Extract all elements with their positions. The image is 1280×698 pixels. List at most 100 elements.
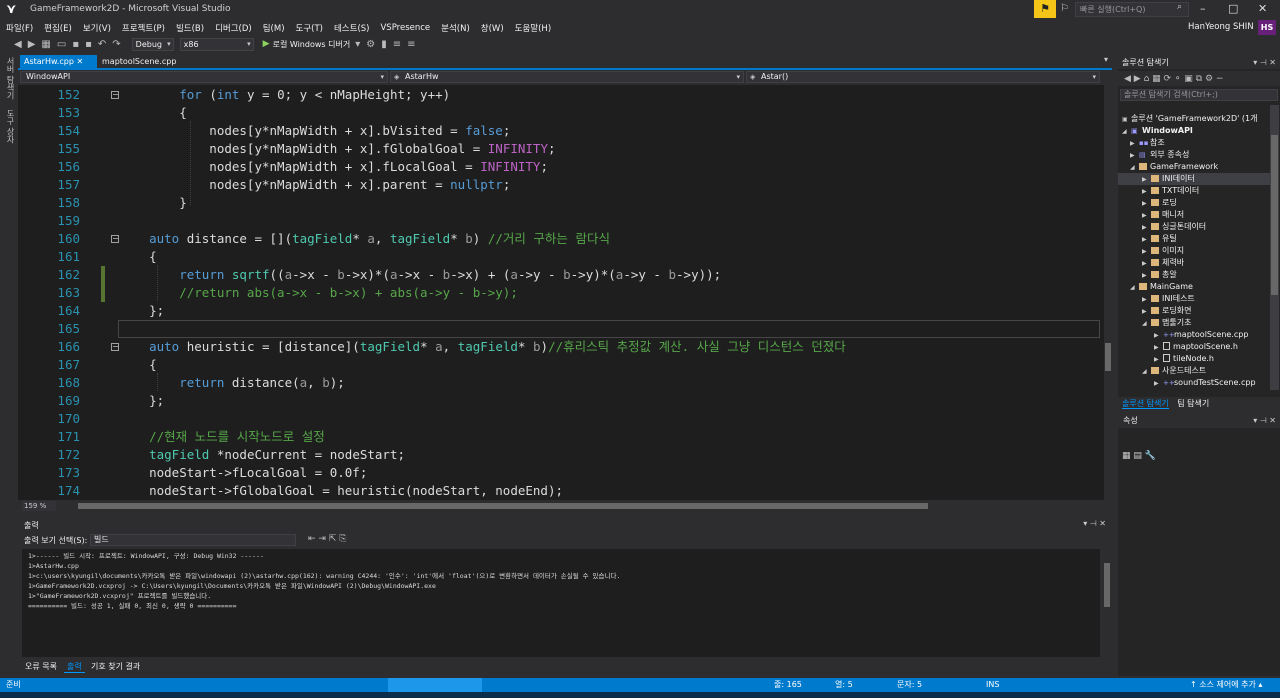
tree-item[interactable]: ▶ ▪▪ 참조 xyxy=(1130,137,1165,149)
platform-select[interactable]: x86 ▾ xyxy=(179,37,254,51)
horizontal-scrollbar-thumb[interactable] xyxy=(78,503,928,509)
menu-view[interactable]: 보기(V) xyxy=(83,22,111,34)
run-debugger-button[interactable]: 로컬 Windows 디버거 xyxy=(273,39,351,50)
menu-edit[interactable]: 편집(E) xyxy=(44,22,72,34)
close-icon[interactable]: ✕ xyxy=(76,57,83,66)
redo-icon[interactable]: ↷ xyxy=(112,39,120,50)
save-icon[interactable]: ▪ xyxy=(72,39,79,50)
configuration-select[interactable]: Debug ▾ xyxy=(131,37,174,51)
uncomment-icon[interactable]: ≡ xyxy=(407,39,415,50)
project-select[interactable]: WindowAPI ▾ xyxy=(20,71,388,83)
chevron-down-icon[interactable]: ▾ xyxy=(355,39,360,50)
code-line[interactable]: nodeStart->fGlobalGoal = heuristic(nodeS… xyxy=(119,482,563,500)
menu-vspresence[interactable]: VSPresence xyxy=(380,23,430,33)
code-line[interactable]: return sqrtf((a->x - b->x)*(a->x - b->x)… xyxy=(119,266,721,284)
tree-item[interactable]: ▶ 체력바 xyxy=(1142,257,1184,269)
panel-controls[interactable]: ▾ ⊣ ✕ xyxy=(1083,519,1106,528)
editor-vertical-scrollbar[interactable] xyxy=(1104,85,1112,500)
solution-toolbar[interactable]: ◀ ▶ ⌂ ▦ ⟳ ⚬ ▣ ⧉ ⚙ − xyxy=(1118,71,1280,86)
minimize-button[interactable]: – xyxy=(1200,2,1206,15)
tab-find-symbol-results[interactable]: 기호 찾기 결과 xyxy=(88,661,143,672)
menu-help[interactable]: 도움말(H) xyxy=(515,22,551,34)
code-line[interactable]: { xyxy=(119,248,157,266)
menu-file[interactable]: 파일(F) xyxy=(6,22,33,34)
tree-item[interactable]: ▶ INI데이터 xyxy=(1142,173,1195,185)
properties-toolbar[interactable]: ▦ ▤ 🔧 xyxy=(1118,448,1280,464)
tree-item[interactable]: ▶ INI테스트 xyxy=(1142,293,1195,305)
solution-scrollbar[interactable] xyxy=(1270,105,1279,390)
panel-controls[interactable]: ▾ ⊣ ✕ xyxy=(1253,57,1276,69)
code-line[interactable]: }; xyxy=(119,302,164,320)
tree-item[interactable]: ◢ GameFramework xyxy=(1130,161,1218,173)
avatar[interactable]: HS xyxy=(1258,20,1276,35)
tab-solution-explorer[interactable]: 솔루션 탐색기 xyxy=(1122,399,1169,409)
fold-toggle-icon[interactable]: − xyxy=(111,91,119,99)
tree-item[interactable]: ▶ 로딩화면 xyxy=(1142,305,1191,317)
wrench-icon[interactable]: 🔧 xyxy=(1145,451,1156,461)
attach-icon[interactable]: ⚙ xyxy=(366,39,375,50)
save-all-icon[interactable]: ▪ xyxy=(85,39,92,50)
tree-item[interactable]: ◢ MainGame xyxy=(1130,281,1193,293)
tree-item[interactable]: ▶ 총알 xyxy=(1142,269,1177,281)
output-text[interactable]: 1>------ 빌드 시작: 프로젝트: WindowAPI, 구성: Deb… xyxy=(22,549,1100,657)
back-icon[interactable]: ◀ xyxy=(14,39,22,50)
quick-launch-input[interactable]: 빠른 실행(Ctrl+Q) xyxy=(1075,2,1189,17)
tree-item[interactable]: ▶ maptoolScene.h xyxy=(1154,341,1238,353)
menu-analyze[interactable]: 분석(N) xyxy=(441,22,470,34)
code-line[interactable]: nodes[y*nMapWidth + x].bVisited = false; xyxy=(119,122,510,140)
code-line[interactable]: //return abs(a->x - b->x) + abs(a->y - b… xyxy=(119,284,518,302)
output-toolbar[interactable]: ⇤ ⇥ ⇱ ⎘ xyxy=(308,534,346,544)
code-line[interactable]: nodes[y*nMapWidth + x].fLocalGoal = INFI… xyxy=(119,158,548,176)
scrollbar-thumb[interactable] xyxy=(1105,343,1111,371)
comment-icon[interactable]: ≡ xyxy=(393,39,401,50)
menu-test[interactable]: 테스트(S) xyxy=(334,22,370,34)
tab-overflow-icon[interactable]: ▾ xyxy=(1104,55,1108,64)
panel-controls[interactable]: ▾ ⊣ ✕ xyxy=(1253,414,1276,428)
tab-maptoolscene[interactable]: maptoolScene.cpp xyxy=(98,55,188,68)
menu-debug[interactable]: 디버그(D) xyxy=(215,22,252,34)
user-name[interactable]: HanYeong SHIN xyxy=(1188,22,1254,32)
tree-item[interactable]: ◢ 사운드테스트 xyxy=(1142,365,1206,377)
fold-toggle-icon[interactable]: − xyxy=(111,235,119,243)
tree-item[interactable]: ▶ ▤ 외부 종속성 xyxy=(1130,149,1189,161)
scrollbar-thumb[interactable] xyxy=(1104,563,1110,607)
output-source-select[interactable]: 빌드 xyxy=(90,534,296,546)
tree-item[interactable]: ▶ TXT데이터 xyxy=(1142,185,1199,197)
code-line[interactable]: { xyxy=(119,356,157,374)
code-line[interactable]: for (int y = 0; y < nMapHeight; y++) xyxy=(119,86,450,104)
tab-output[interactable]: 출력 xyxy=(64,661,85,673)
code-line[interactable]: nodes[y*nMapWidth + x].fGlobalGoal = INF… xyxy=(119,140,555,158)
code-line[interactable]: nodeStart->fLocalGoal = 0.0f; xyxy=(119,464,367,482)
tree-item[interactable]: ▶ 유틸 xyxy=(1142,233,1177,245)
tree-item[interactable]: ▶ 로딩 xyxy=(1142,197,1177,209)
code-line[interactable]: auto distance = [](tagField* a, tagField… xyxy=(119,230,610,248)
tree-item[interactable]: ▶ 싱글톤데이터 xyxy=(1142,221,1206,233)
tree-item[interactable]: ◢ 맵툴기초 xyxy=(1142,317,1191,329)
tree-item[interactable]: ▶ 이미지 xyxy=(1142,245,1184,257)
fold-toggle-icon[interactable]: − xyxy=(111,343,119,351)
code-editor[interactable]: 152 153 154 155 156 157 158 159 160 161 … xyxy=(18,85,1112,500)
solution-search-input[interactable]: 솔루션 탐색기 검색(Ctrl+;) xyxy=(1120,89,1278,101)
feedback-flag-icon[interactable]: ⚐ xyxy=(1060,3,1069,14)
scope-select[interactable]: ◈ AstarHw ▾ xyxy=(390,71,744,83)
member-select[interactable]: ◈ Astar() ▾ xyxy=(746,71,1100,83)
menu-project[interactable]: 프로젝트(P) xyxy=(122,22,165,34)
categorized-icon[interactable]: ▦ xyxy=(1122,451,1131,461)
open-icon[interactable]: ▭ xyxy=(57,39,66,50)
bookmark-icon[interactable]: ▮ xyxy=(381,39,387,50)
code-line[interactable]: nodes[y*nMapWidth + x].parent = nullptr; xyxy=(119,176,510,194)
tab-astarhw[interactable]: AstarHw.cpp ✕ xyxy=(20,55,97,68)
tree-item[interactable]: ◢ ▣ WindowAPI xyxy=(1122,125,1193,137)
alphabetical-icon[interactable]: ▤ xyxy=(1133,451,1142,461)
source-control-button[interactable]: ↑ 소스 제어에 추가 ▴ xyxy=(1190,678,1262,692)
tree-item[interactable]: ▶ tileNode.h xyxy=(1154,353,1214,365)
run-icon[interactable]: ▶ xyxy=(263,39,270,49)
tree-item[interactable]: ▶ ++maptoolScene.cpp xyxy=(1154,329,1248,341)
zoom-select[interactable]: 159 % xyxy=(22,501,56,511)
menu-build[interactable]: 빌드(B) xyxy=(176,22,204,34)
code-line[interactable]: { xyxy=(119,104,187,122)
code-line[interactable]: }; xyxy=(119,392,164,410)
tab-team-explorer[interactable]: 팀 탐색기 xyxy=(1177,399,1209,408)
tree-item[interactable]: ▣ 솔루션 'GameFramework2D' (1개 xyxy=(1122,113,1258,125)
forward-icon[interactable]: ▶ xyxy=(28,39,36,50)
